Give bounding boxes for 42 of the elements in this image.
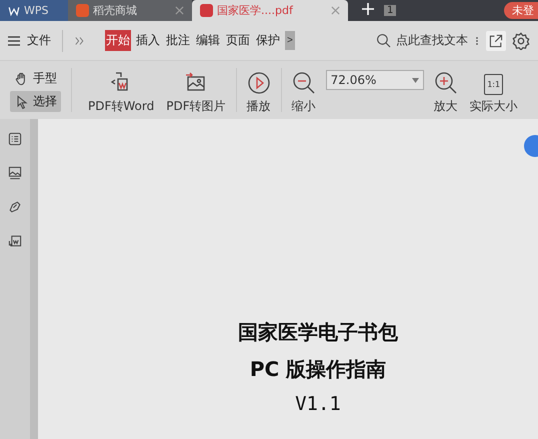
w-logo-icon: [8, 4, 20, 16]
thumbnail-icon: [7, 165, 23, 181]
ribbon-tab[interactable]: 保护: [255, 30, 281, 51]
ribbon-tab[interactable]: 开始: [105, 30, 131, 51]
actual-size-button[interactable]: 1:1 实际大小: [464, 65, 524, 115]
ribbon-tab[interactable]: 批注: [165, 30, 191, 51]
zoom-out-icon: [292, 71, 316, 95]
zoom-in-button[interactable]: 放大: [428, 65, 464, 115]
ribbon-tab[interactable]: 插入: [135, 30, 161, 51]
pdf-word-button[interactable]: PDF转Word: [72, 65, 160, 115]
zoom-in-icon: [434, 71, 458, 95]
settings-button[interactable]: [510, 30, 532, 52]
document-heading: V1.1: [295, 393, 341, 415]
dropdown-arrow-icon[interactable]: [412, 78, 419, 82]
document-heading: 国家医学电子书包: [238, 319, 398, 346]
zoom-out-button[interactable]: 缩小: [286, 65, 322, 115]
close-icon[interactable]: [331, 6, 340, 15]
pdf-image-button[interactable]: PDF转图片: [160, 65, 232, 115]
document-tab[interactable]: WPS: [0, 0, 68, 21]
menu-icon: [7, 34, 21, 46]
search-text[interactable]: 点此查找文本: [396, 32, 468, 49]
window-count[interactable]: 1: [384, 5, 396, 16]
ribbon-tab[interactable]: 编辑: [195, 30, 221, 51]
search-icon: [376, 32, 392, 48]
mode-button[interactable]: 选择: [10, 91, 61, 112]
document-heading: PC 版操作指南: [250, 356, 386, 383]
document-tab[interactable]: 国家医学....pdf: [192, 0, 348, 21]
zoom-field[interactable]: 72.06%: [326, 70, 424, 90]
page-icon: 1:1: [484, 74, 504, 95]
play-button[interactable]: 播放: [240, 65, 277, 115]
more-tabs-button[interactable]: >: [285, 31, 295, 50]
pen-icon: [7, 199, 23, 215]
share-button[interactable]: [486, 30, 506, 50]
document-tab[interactable]: 稻壳商城: [68, 0, 192, 21]
login-button[interactable]: 未登: [504, 2, 538, 19]
play-icon: [246, 71, 271, 95]
outline-icon: [7, 131, 23, 147]
close-icon[interactable]: [175, 6, 184, 15]
ribbon-tab[interactable]: 页面: [225, 30, 251, 51]
mode-button[interactable]: 手型: [10, 68, 61, 89]
file-menu[interactable]: 文件: [6, 30, 52, 51]
convert-icon: [7, 233, 23, 249]
